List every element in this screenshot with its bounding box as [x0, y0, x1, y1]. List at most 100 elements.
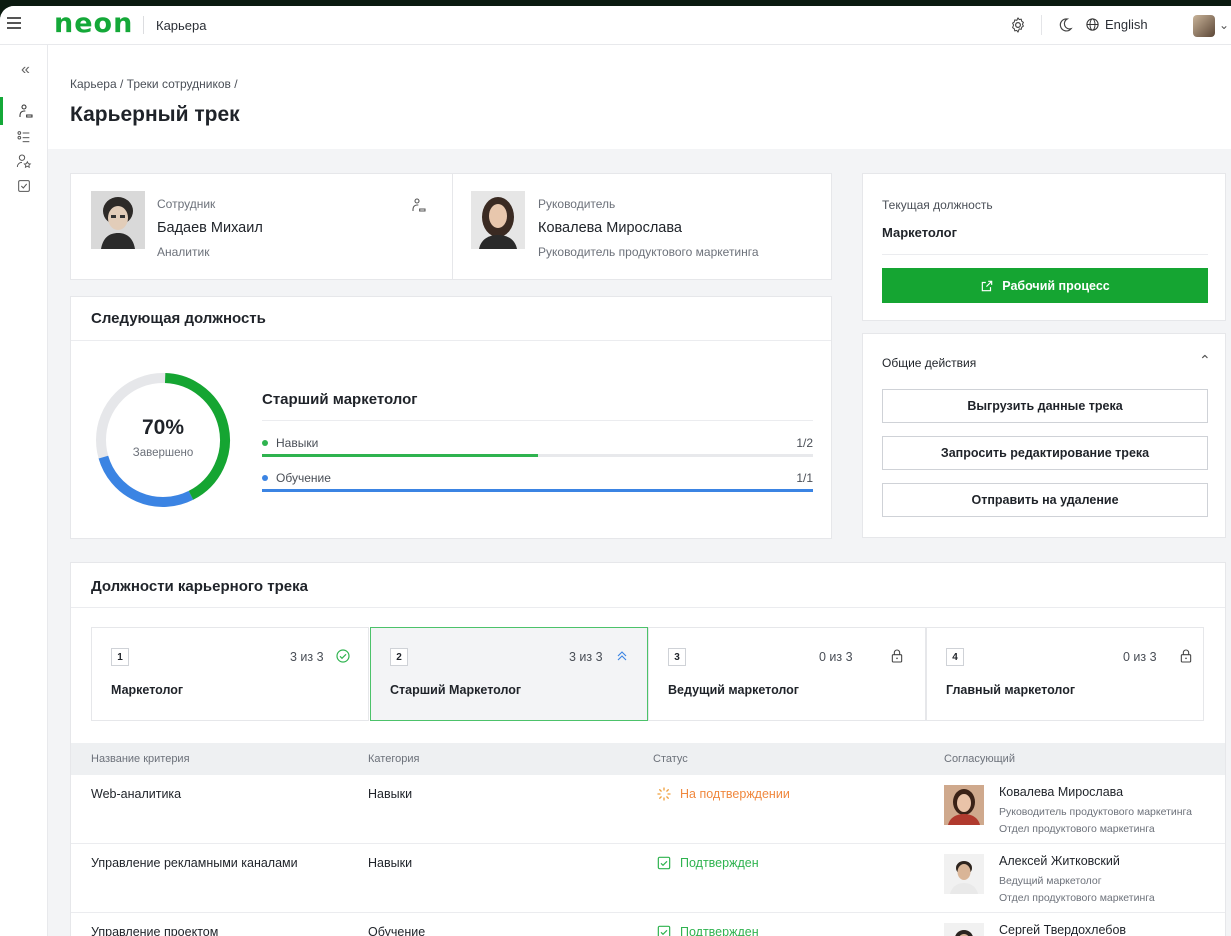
approver-avatar[interactable]: [944, 923, 984, 936]
progress-percent: 70%: [141, 416, 185, 439]
step-number: 2: [390, 648, 408, 666]
track-step-2[interactable]: 2 3 из 3 Старший Маркетолог: [370, 627, 648, 721]
rail-item-people[interactable]: [0, 147, 48, 175]
approver-name[interactable]: Сергей Твердохлебов: [999, 923, 1126, 936]
criterion-name: Управление проектом: [91, 925, 219, 936]
manager-photo[interactable]: [471, 191, 525, 249]
workflow-button-label: Рабочий процесс: [1002, 278, 1110, 293]
next-position-card: Следующая должность 70% Завершено Старши…: [70, 296, 832, 539]
collapse-icon[interactable]: «: [21, 61, 30, 79]
divider: [262, 420, 813, 421]
skills-progress-bar: [262, 454, 813, 457]
column-approver[interactable]: Согласующий: [944, 753, 1015, 765]
track-step-1[interactable]: 1 3 из 3 Маркетолог: [91, 627, 369, 721]
training-progress-fill: [262, 489, 813, 492]
employee-name[interactable]: Бадаев Михаил: [157, 220, 263, 236]
skills-label: Навыки: [276, 436, 319, 450]
pending-spinner-icon: [657, 787, 671, 801]
step-count: 0 из 3: [819, 650, 853, 664]
people-card: Сотрудник Бадаев Михаил Аналитик Руковод…: [70, 173, 832, 280]
approver-name[interactable]: Ковалева Мирослава: [999, 785, 1123, 799]
language-label: English: [1105, 17, 1148, 32]
step-number: 3: [668, 648, 686, 666]
training-progress-bar: [262, 489, 813, 492]
approver-avatar[interactable]: [944, 785, 984, 825]
rail-item-career[interactable]: [0, 97, 48, 125]
workflow-button[interactable]: Рабочий процесс: [882, 268, 1208, 303]
employee-photo[interactable]: [91, 191, 145, 249]
step-count: 3 из 3: [569, 650, 603, 664]
criterion-category: Обучение: [368, 925, 426, 936]
table-row[interactable]: Web-аналитика Навыки На подтверждении Ко…: [71, 775, 1225, 844]
step-name: Ведущий маркетолог: [668, 683, 800, 697]
step-count: 3 из 3: [290, 650, 324, 664]
status-badge[interactable]: Подтвержден: [656, 855, 759, 871]
approver-name[interactable]: Алексей Житковский: [999, 854, 1120, 868]
page-title: Карьерный трек: [70, 103, 240, 126]
table-row[interactable]: Управление рекламными каналами Навыки По…: [71, 844, 1225, 913]
skills-dot: [262, 440, 268, 446]
divider: [882, 254, 1208, 255]
globe-icon: [1086, 18, 1099, 31]
criterion-category: Навыки: [368, 787, 413, 801]
neon-logo[interactable]: neon: [54, 8, 133, 39]
approver-department: Отдел продуктового маркетинга: [999, 823, 1155, 835]
career-icon[interactable]: [411, 197, 427, 213]
chevron-down-icon[interactable]: ⌄: [1219, 18, 1229, 32]
left-rail: «: [0, 45, 48, 936]
top-bar: neon Карьера English ⌄: [0, 6, 1231, 45]
checkbox-check-icon: [657, 856, 671, 870]
menu-icon[interactable]: [7, 17, 21, 31]
step-count: 0 из 3: [1123, 650, 1157, 664]
training-row-label: Обучение: [262, 471, 331, 485]
track-step-4[interactable]: 4 0 из 3 Главный маркетолог: [926, 627, 1204, 721]
career-track-title: Должности карьерного трека: [91, 578, 308, 595]
current-position-label: Текущая должность: [882, 198, 993, 212]
employee-position: Аналитик: [157, 245, 210, 259]
external-link-icon: [982, 280, 993, 291]
status-badge[interactable]: Подтвержден: [656, 924, 759, 936]
manager-name[interactable]: Ковалева Мирослава: [538, 220, 682, 236]
approver-avatar[interactable]: [944, 854, 984, 894]
status-badge[interactable]: На подтверждении: [656, 786, 790, 802]
divider: [71, 340, 831, 341]
double-chevron-up-icon: [617, 651, 627, 661]
status-label: Подтвержден: [680, 856, 759, 870]
topbar-divider: [143, 16, 144, 34]
breadcrumb-career[interactable]: Карьера: [70, 77, 117, 91]
page-header: Карьера / Треки сотрудников / Карьерный …: [48, 45, 1231, 149]
breadcrumb-tracks[interactable]: Треки сотрудников: [127, 77, 231, 91]
step-name: Маркетолог: [111, 683, 184, 697]
criterion-name: Web-аналитика: [91, 787, 182, 801]
manager-role-label: Руководитель: [538, 197, 616, 211]
chevron-up-icon[interactable]: ⌃: [1199, 352, 1211, 369]
dark-mode-icon[interactable]: [1056, 16, 1074, 34]
rail-item-tasks[interactable]: [0, 172, 48, 200]
general-actions-card: Общие действия ⌃ Выгрузить данные трека …: [862, 333, 1226, 538]
next-position-name: Старший маркетолог: [262, 391, 418, 408]
user-avatar[interactable]: [1193, 15, 1215, 37]
column-criterion[interactable]: Название критерия: [91, 753, 190, 765]
breadcrumb: Карьера / Треки сотрудников /: [70, 77, 238, 91]
step-number: 1: [111, 648, 129, 666]
language-selector[interactable]: English: [1085, 17, 1148, 32]
progress-label: Завершено: [132, 447, 194, 459]
breadcrumb-separator: /: [119, 77, 124, 91]
track-step-3[interactable]: 3 0 из 3 Ведущий маркетолог: [648, 627, 926, 721]
manager-position: Руководитель продуктового маркетинга: [538, 245, 759, 259]
user-star-icon: [16, 154, 32, 169]
progress-donut: [96, 373, 230, 507]
send-delete-button[interactable]: Отправить на удаление: [882, 483, 1208, 517]
actions-title: Общие действия: [882, 356, 977, 370]
career-icon: [18, 104, 33, 118]
check-circle-icon: [336, 649, 350, 663]
export-track-button[interactable]: Выгрузить данные трека: [882, 389, 1208, 423]
settings-icon[interactable]: [1009, 16, 1027, 34]
request-edit-button[interactable]: Запросить редактирование трека: [882, 436, 1208, 470]
criterion-category: Навыки: [368, 856, 413, 870]
approver-position: Руководитель продуктового маркетинга: [999, 806, 1192, 818]
column-status[interactable]: Статус: [653, 753, 688, 765]
column-category[interactable]: Категория: [368, 753, 419, 765]
skills-row-label: Навыки: [262, 436, 318, 450]
table-row[interactable]: Управление проектом Обучение Подтвержден…: [71, 913, 1225, 936]
